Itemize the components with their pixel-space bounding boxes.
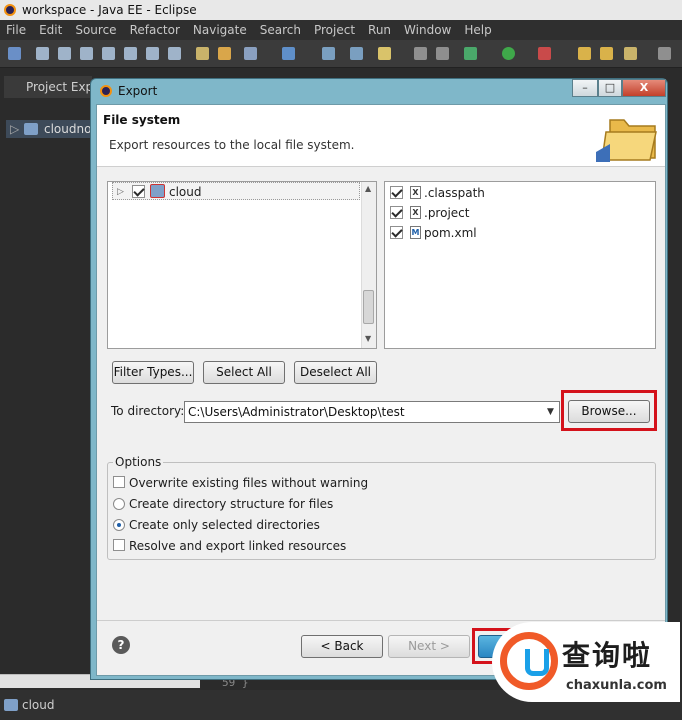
debug-icon[interactable] [8,47,21,60]
maven-file-icon: M [410,226,421,239]
menu-source[interactable]: Source [75,20,116,40]
scrollbar-thumb[interactable] [363,290,374,324]
wizard-icon[interactable] [322,47,335,60]
file-checkbox[interactable] [390,226,403,239]
project-icon [4,699,18,711]
select-all-button[interactable]: Select All [203,361,285,384]
menu-bar: File Edit Source Refactor Navigate Searc… [0,20,682,40]
menu-file[interactable]: File [6,20,26,40]
chevron-down-icon[interactable]: ▼ [542,402,559,422]
wizard-header [97,105,665,167]
file-item-pom[interactable]: M pom.xml [390,224,590,242]
disconnect-icon[interactable] [102,47,115,60]
create-selected-radio[interactable]: Create only selected directories [113,516,320,534]
main-toolbar [0,40,682,68]
radio-button[interactable] [113,498,125,510]
menu-navigate[interactable]: Navigate [193,20,247,40]
file-checkbox[interactable] [390,206,403,219]
expand-arrow-icon[interactable]: ▷ [117,183,124,201]
run-icon[interactable] [502,47,515,60]
wizard-title: File system [103,113,181,127]
watermark-logo-icon [500,632,558,690]
web-browser-icon[interactable] [282,47,295,60]
watermark-url: chaxunla.com [566,678,667,693]
resume-icon[interactable] [36,47,49,60]
file-item-classpath[interactable]: X .classpath [390,184,590,202]
eclipse-logo-icon [100,85,112,97]
create-structure-radio[interactable]: Create directory structure for files [113,495,333,513]
xml-file-icon: X [410,186,421,199]
status-text: cloud [22,698,55,712]
new-package-icon[interactable] [350,47,363,60]
menu-edit[interactable]: Edit [39,20,62,40]
deselect-all-button[interactable]: Deselect All [294,361,377,384]
resolve-linked-checkbox[interactable]: Resolve and export linked resources [113,537,346,555]
overwrite-checkbox[interactable]: Overwrite existing files without warning [113,474,368,492]
radio-button[interactable] [113,519,125,531]
next-button[interactable]: Next > [388,635,470,658]
console-icon[interactable] [196,47,209,60]
suspend-icon[interactable] [58,47,71,60]
project-icon [24,123,38,135]
window-title: workspace - Java EE - Eclipse [22,3,197,17]
open-folder-icon[interactable] [578,47,591,60]
options-legend: Options [113,455,164,469]
checkbox-box[interactable] [113,539,125,551]
help-icon[interactable]: ? [112,636,130,654]
minimize-button[interactable]: – [572,79,598,97]
project-explorer-panel [0,68,92,680]
project-tree[interactable] [107,181,377,349]
menu-help[interactable]: Help [464,20,491,40]
save-icon[interactable] [414,47,427,60]
step-over-icon[interactable] [146,47,159,60]
search-icon[interactable] [624,47,637,60]
step-into-icon[interactable] [124,47,137,60]
checkbox-box[interactable] [113,476,125,488]
folder-icon [596,119,657,162]
xml-file-icon: X [410,206,421,219]
project-explorer-tab[interactable]: Project Explorer [4,76,92,98]
filter-types-button[interactable]: Filter Types... [112,361,194,384]
new-file-icon[interactable] [378,47,391,60]
menu-window[interactable]: Window [404,20,451,40]
file-item-project[interactable]: X .project [390,204,590,222]
to-directory-label: To directory: [111,404,185,418]
dialog-title: Export [100,82,300,100]
use-step-filters-icon[interactable] [218,47,231,60]
window-title-bar: workspace - Java EE - Eclipse [0,0,682,20]
menu-refactor[interactable]: Refactor [130,20,180,40]
file-checkbox[interactable] [390,186,403,199]
next-annotation-icon[interactable] [658,47,671,60]
tree-item-checkbox[interactable] [132,185,145,198]
new-server-icon[interactable] [244,47,257,60]
terminate-icon[interactable] [80,47,93,60]
to-directory-input[interactable]: C:\Users\Administrator\Desktop\test [184,401,560,423]
expand-arrow-icon[interactable]: ▷ [10,120,19,138]
wizard-description: Export resources to the local file syste… [109,138,355,152]
project-tree-item[interactable]: ▷ cloudnote [6,120,92,138]
maximize-button[interactable]: □ [598,79,622,97]
menu-project[interactable]: Project [314,20,355,40]
menu-run[interactable]: Run [368,20,391,40]
tree-item-cloud[interactable]: ▷ cloud [112,182,360,200]
project-icon [150,184,165,198]
eclipse-logo-icon [4,4,16,16]
menu-search[interactable]: Search [260,20,301,40]
external-tools-icon[interactable] [538,47,551,60]
highlight-box-browse [561,390,657,431]
close-button[interactable]: X [622,79,666,97]
watermark-text: 查询啦 [562,639,653,672]
footer-separator [97,620,665,621]
step-return-icon[interactable] [168,47,181,60]
back-button[interactable]: < Back [301,635,383,658]
open-type-icon[interactable] [600,47,613,60]
save-all-icon[interactable] [436,47,449,60]
debug-run-icon[interactable] [464,47,477,60]
